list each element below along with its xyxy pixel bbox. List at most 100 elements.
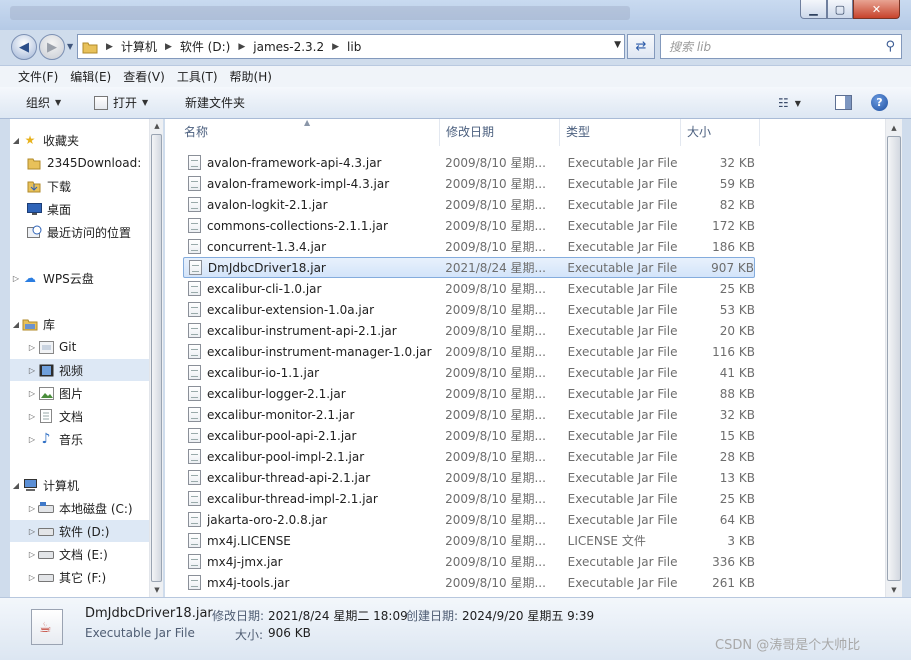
chevron-right-icon[interactable]: ▶ bbox=[161, 42, 176, 52]
scrollbar-thumb[interactable] bbox=[151, 134, 162, 582]
nav-computer[interactable]: ◢ 计算机 bbox=[10, 474, 79, 496]
file-row[interactable]: excalibur-thread-impl-2.1.jar 2009/8/10 星… bbox=[183, 488, 755, 509]
file-row[interactable]: excalibur-thread-api-2.1.jar 2009/8/10 星期… bbox=[183, 467, 755, 488]
menu-help[interactable]: 帮助(H) bbox=[224, 67, 278, 87]
organize-button[interactable]: 组织 ▼ bbox=[26, 87, 61, 119]
file-row[interactable]: excalibur-extension-1.0a.jar 2009/8/10 星期… bbox=[183, 299, 755, 320]
file-name: mx4j.LICENSE bbox=[206, 533, 291, 548]
menu-view[interactable]: 查看(V) bbox=[117, 67, 171, 87]
expand-arrow-icon[interactable]: ▷ bbox=[26, 550, 38, 559]
file-row[interactable]: mx4j-jmx.jar 2009/8/10 星期... Executable Ja… bbox=[183, 551, 755, 572]
expand-arrow-icon[interactable]: ▷ bbox=[26, 389, 38, 398]
address-bar[interactable]: ▶ 计算机 ▶ 软件 (D:) ▶ james-2.3.2 ▶ lib ▼ bbox=[77, 34, 625, 59]
expand-arrow-icon[interactable]: ◢ bbox=[10, 481, 22, 490]
file-date: 2009/8/10 星期... bbox=[445, 324, 546, 338]
chevron-right-icon[interactable]: ▶ bbox=[102, 42, 117, 52]
expand-arrow-icon[interactable]: ▷ bbox=[26, 343, 38, 352]
nav-pane-scrollbar[interactable]: ▲ ▼ bbox=[149, 119, 163, 597]
nav-drive-c[interactable]: ▷ 本地磁盘 (C:) bbox=[26, 497, 133, 519]
breadcrumb-computer[interactable]: 计算机 bbox=[117, 35, 161, 58]
expand-arrow-icon[interactable]: ◢ bbox=[10, 320, 22, 329]
nav-drive-f[interactable]: ▷ 其它 (F:) bbox=[26, 566, 106, 588]
search-box[interactable]: ⚲ bbox=[660, 34, 902, 59]
minimize-button[interactable]: ▁ bbox=[800, 0, 827, 19]
nav-wps-cloud[interactable]: ▷ ☁ WPS云盘 bbox=[10, 267, 94, 289]
close-button[interactable]: ✕ bbox=[853, 0, 900, 19]
file-row[interactable]: excalibur-instrument-api-2.1.jar 2009/8/1… bbox=[183, 320, 755, 341]
nav-libraries[interactable]: ◢ 库 bbox=[10, 313, 55, 335]
file-icon bbox=[188, 554, 201, 569]
nav-drive-d[interactable]: ▷ 软件 (D:) bbox=[10, 520, 149, 542]
menu-tools[interactable]: 工具(T) bbox=[171, 67, 224, 87]
file-row[interactable]: jakarta-oro-2.0.8.jar 2009/8/10 星期... Exec… bbox=[183, 509, 755, 530]
menu-file[interactable]: 文件(F) bbox=[12, 67, 64, 87]
forward-button[interactable]: ▶ bbox=[39, 34, 65, 60]
column-name[interactable]: 名称 bbox=[178, 119, 440, 146]
scroll-up-icon[interactable]: ▲ bbox=[150, 119, 164, 133]
refresh-button[interactable]: ⇄ bbox=[627, 34, 655, 59]
file-row[interactable]: excalibur-cli-1.0.jar 2009/8/10 星期... Exec… bbox=[183, 278, 755, 299]
file-list-scrollbar[interactable]: ▲ ▼ bbox=[885, 119, 902, 597]
file-row[interactable]: excalibur-instrument-manager-1.0.jar 2009… bbox=[183, 341, 755, 362]
file-row[interactable]: avalon-framework-impl-4.3.jar 2009/8/10 星… bbox=[183, 173, 755, 194]
expand-arrow-icon[interactable]: ▷ bbox=[26, 435, 38, 444]
nav-videos[interactable]: ▷ 视频 bbox=[10, 359, 149, 381]
expand-arrow-icon[interactable]: ▷ bbox=[26, 504, 38, 513]
chevron-right-icon[interactable]: ▶ bbox=[234, 42, 249, 52]
nav-git[interactable]: ▷ Git bbox=[26, 336, 76, 358]
file-row[interactable]: excalibur-monitor-2.1.jar 2009/8/10 星期...… bbox=[183, 404, 755, 425]
column-date[interactable]: 修改日期 bbox=[440, 119, 560, 146]
open-button[interactable]: 打开 ▼ bbox=[94, 87, 148, 119]
file-row[interactable]: excalibur-io-1.1.jar 2009/8/10 星期... Execu… bbox=[183, 362, 755, 383]
breadcrumb-lib[interactable]: lib bbox=[343, 35, 365, 58]
scroll-down-icon[interactable]: ▼ bbox=[886, 583, 902, 597]
scrollbar-thumb[interactable] bbox=[887, 136, 901, 581]
expand-arrow-icon[interactable]: ▷ bbox=[10, 274, 22, 283]
change-view-button[interactable]: ☷ ▼ bbox=[778, 96, 801, 110]
menu-edit[interactable]: 编辑(E) bbox=[64, 67, 117, 87]
file-row[interactable]: avalon-framework-api-4.3.jar 2009/8/10 星期… bbox=[183, 152, 755, 173]
search-icon[interactable]: ⚲ bbox=[885, 39, 895, 54]
nav-drive-e[interactable]: ▷ 文档 (E:) bbox=[26, 543, 108, 565]
file-row[interactable]: mx4j.LICENSE 2009/8/10 星期... LICENSE 文件 3 K… bbox=[183, 530, 755, 551]
file-row[interactable]: avalon-logkit-2.1.jar 2009/8/10 星期... Exec… bbox=[183, 194, 755, 215]
file-row[interactable]: excalibur-logger-2.1.jar 2009/8/10 星期... E… bbox=[183, 383, 755, 404]
nav-music[interactable]: ▷ ♪ 音乐 bbox=[26, 428, 83, 450]
file-row[interactable]: excalibur-pool-impl-2.1.jar 2009/8/10 星期.… bbox=[183, 446, 755, 467]
scroll-up-icon[interactable]: ▲ bbox=[886, 121, 902, 135]
address-dropdown-icon[interactable]: ▼ bbox=[614, 40, 621, 50]
expand-arrow-icon[interactable]: ◢ bbox=[10, 136, 22, 145]
file-row[interactable]: commons-collections-2.1.1.jar 2009/8/10 星… bbox=[183, 215, 755, 236]
help-button[interactable]: ? bbox=[871, 94, 888, 111]
new-folder-button[interactable]: 新建文件夹 bbox=[185, 87, 245, 119]
nav-pictures[interactable]: ▷ 图片 bbox=[26, 382, 83, 404]
nav-git-label: Git bbox=[59, 340, 77, 354]
nav-documents[interactable]: ▷ 文档 bbox=[26, 405, 83, 427]
column-type[interactable]: 类型 bbox=[560, 119, 681, 146]
nav-downloads[interactable]: 下载 bbox=[26, 175, 71, 197]
search-input[interactable] bbox=[661, 35, 871, 58]
history-dropdown-icon[interactable]: ▼ bbox=[67, 42, 73, 51]
file-row[interactable]: concurrent-1.3.4.jar 2009/8/10 星期... Execu… bbox=[183, 236, 755, 257]
file-row[interactable]: mx4j-tools.jar 2009/8/10 星期... Executable … bbox=[183, 572, 755, 593]
preview-pane-button[interactable] bbox=[835, 95, 852, 110]
breadcrumb-james[interactable]: james-2.3.2 bbox=[249, 35, 328, 58]
nav-desktop[interactable]: 桌面 bbox=[26, 198, 71, 220]
expand-arrow-icon[interactable]: ▷ bbox=[26, 573, 38, 582]
expand-arrow-icon[interactable]: ▷ bbox=[26, 366, 38, 375]
expand-arrow-icon[interactable]: ▷ bbox=[26, 412, 38, 421]
scroll-down-icon[interactable]: ▼ bbox=[150, 583, 164, 597]
file-name: excalibur-io-1.1.jar bbox=[206, 365, 320, 380]
chevron-right-icon[interactable]: ▶ bbox=[328, 42, 343, 52]
file-row[interactable]: DmJdbcDriver18.jar 2021/8/24 星期... Executa… bbox=[183, 257, 755, 278]
nav-recent[interactable]: 最近访问的位置 bbox=[26, 221, 131, 243]
file-row[interactable]: excalibur-pool-api-2.1.jar 2009/8/10 星期..… bbox=[183, 425, 755, 446]
breadcrumb-drive-d[interactable]: 软件 (D:) bbox=[176, 35, 234, 58]
back-button[interactable]: ◀ bbox=[11, 34, 37, 60]
maximize-button[interactable]: ▢ bbox=[827, 0, 853, 19]
nav-favorites[interactable]: ◢ ★ 收藏夹 bbox=[10, 129, 79, 151]
nav-2345downloads[interactable]: 2345Download: bbox=[26, 152, 141, 174]
expand-arrow-icon[interactable]: ▷ bbox=[26, 527, 38, 536]
column-size[interactable]: 大小 bbox=[681, 119, 760, 146]
file-name: concurrent-1.3.4.jar bbox=[206, 239, 327, 254]
